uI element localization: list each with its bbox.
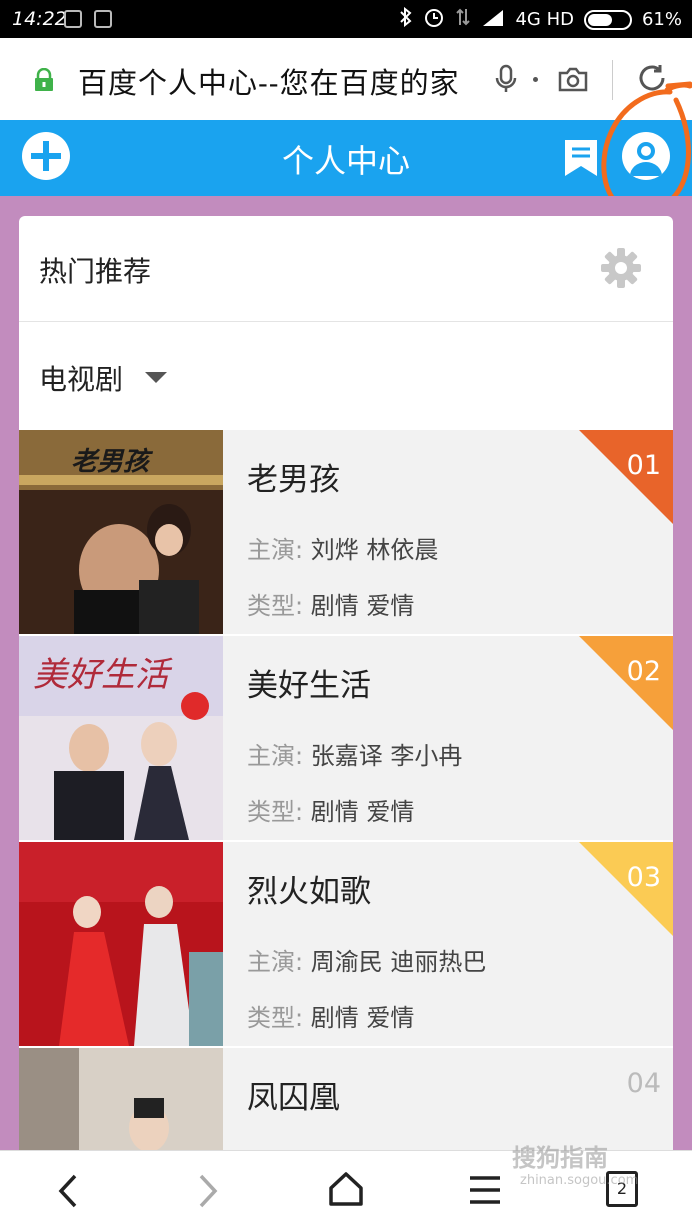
item-cast: 主演: 张嘉译 李小冉	[247, 742, 463, 770]
microphone-icon[interactable]	[494, 64, 518, 98]
list-item[interactable]: 凤囚凰 04	[19, 1048, 673, 1150]
menu-icon[interactable]	[468, 1175, 502, 1209]
page-title-url[interactable]: 百度个人中心--您在百度的家	[78, 60, 460, 102]
rank-number: 02	[626, 656, 661, 687]
section-title: 热门推荐	[39, 255, 152, 288]
rank-number: 01	[626, 450, 661, 481]
item-title: 烈火如歌	[247, 874, 371, 910]
user-avatar-icon[interactable]	[622, 132, 670, 180]
item-genre: 类型: 剧情 爱情	[247, 592, 415, 620]
poster-title-text: 老男孩	[71, 447, 154, 477]
lock-icon	[32, 67, 56, 91]
list-item[interactable]: 美好生活 美好生活 主演: 张嘉译 李小冉 类型: 剧情 爱情 02	[19, 636, 673, 840]
poster-image: 老男孩	[19, 430, 223, 634]
item-title: 美好生活	[247, 668, 371, 704]
signal-icon	[481, 8, 505, 31]
alarm-icon	[423, 6, 445, 33]
browser-url-bar[interactable]: 百度个人中心--您在百度的家	[0, 38, 692, 120]
gear-icon[interactable]	[599, 246, 643, 294]
item-cast: 主演: 刘烨 林依晨	[247, 536, 439, 564]
app-notification-icon	[94, 10, 112, 28]
rank-number: 03	[626, 862, 661, 893]
list-item[interactable]: 老男孩 老男孩 主演: 刘烨 林依晨 类型: 剧情 爱情 01	[19, 430, 673, 634]
poster-image	[19, 842, 223, 1046]
forward-icon[interactable]	[196, 1173, 220, 1213]
content-area: 热门推荐 电视剧 老男孩 老男孩 主演: 刘烨 林依晨 类型: 剧情 爱情 01…	[0, 196, 692, 1150]
bookmark-icon[interactable]	[563, 138, 599, 182]
status-bar: 14:22 4G HD 61%	[0, 0, 692, 38]
back-icon[interactable]	[56, 1173, 80, 1213]
item-title: 凤囚凰	[247, 1080, 340, 1116]
reload-icon[interactable]	[636, 62, 668, 98]
rank-number: 04	[626, 1068, 661, 1099]
camera-icon[interactable]	[558, 66, 588, 96]
item-title: 老男孩	[247, 462, 340, 498]
item-genre: 类型: 剧情 爱情	[247, 798, 415, 826]
status-time: 14:22	[12, 8, 67, 30]
separator-dot	[533, 77, 538, 82]
item-genre: 类型: 剧情 爱情	[247, 1004, 415, 1032]
category-dropdown[interactable]: 电视剧	[19, 322, 673, 430]
battery-percent: 61%	[641, 9, 682, 30]
dropdown-caret-icon	[145, 372, 167, 383]
network-type: 4G HD	[515, 9, 574, 30]
watermark: 搜狗指南 zhinan.sogou.com	[512, 1144, 639, 1188]
poster-image	[19, 1048, 223, 1150]
category-label: 电视剧	[39, 363, 124, 396]
item-cast: 主演: 周渝民 迪丽热巴	[247, 948, 487, 976]
poster-title-text: 美好生活	[33, 655, 173, 695]
battery-icon	[583, 9, 632, 30]
card-header: 热门推荐	[19, 216, 673, 322]
app-header: 个人中心	[0, 120, 692, 196]
home-icon[interactable]	[328, 1171, 364, 1211]
bluetooth-icon	[399, 6, 413, 32]
list-item[interactable]: 烈火如歌 主演: 周渝民 迪丽热巴 类型: 剧情 爱情 03	[19, 842, 673, 1046]
url-bar-divider	[612, 60, 613, 100]
poster-image: 美好生活	[19, 636, 223, 840]
recommend-card: 热门推荐 电视剧 老男孩 老男孩 主演: 刘烨 林依晨 类型: 剧情 爱情 01…	[19, 216, 673, 1150]
photo-notification-icon	[64, 10, 82, 28]
data-transfer-icon	[455, 7, 471, 32]
